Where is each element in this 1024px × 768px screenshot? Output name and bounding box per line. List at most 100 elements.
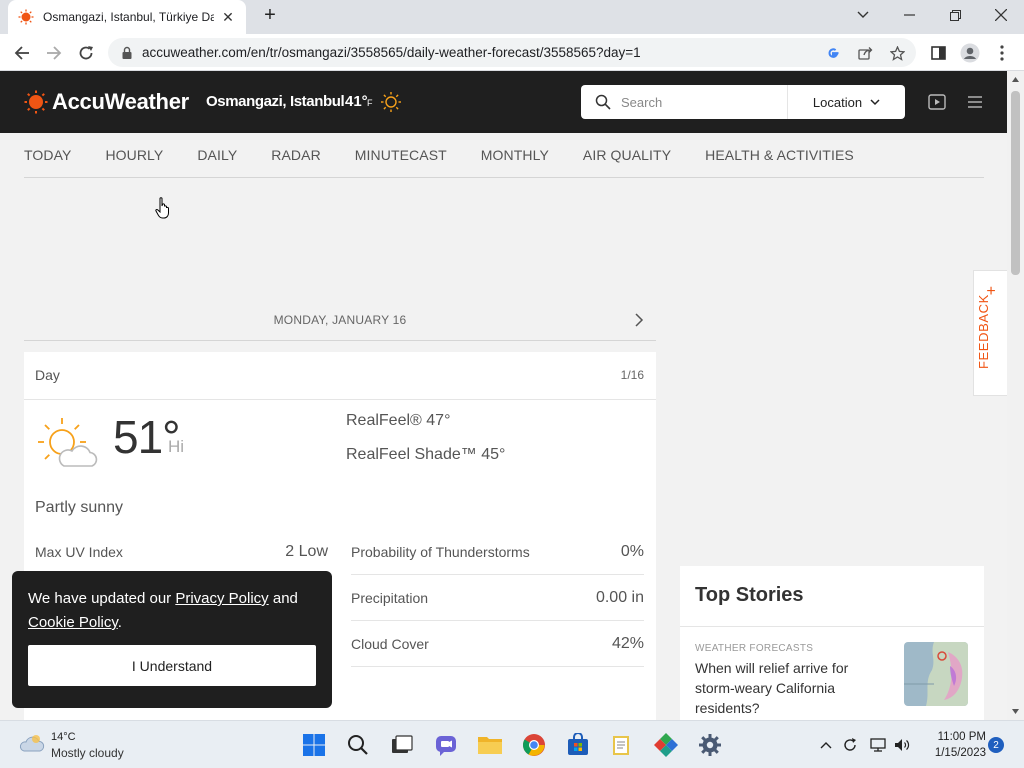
cookie-text: We have updated our xyxy=(28,590,176,607)
browser-tab[interactable]: Osmangazi, Istanbul, Türkiye Day ✕ xyxy=(8,0,246,34)
nav-health-activities[interactable]: HEALTH & ACTIVITIES xyxy=(705,147,854,163)
new-tab-button[interactable]: + xyxy=(259,5,281,27)
nav-radar[interactable]: RADAR xyxy=(271,147,321,163)
stat-row-precipitation: Precipitation 0.00 in xyxy=(351,575,644,621)
partly-sunny-icon xyxy=(38,418,98,467)
windows-taskbar: 14°C Mostly cloudy 11:00 PM 1/15/2023 2 xyxy=(0,720,1024,768)
close-window-button[interactable] xyxy=(978,0,1024,30)
teams-chat-icon[interactable] xyxy=(433,732,459,758)
notepad-app-icon[interactable] xyxy=(609,732,635,758)
privacy-policy-link[interactable]: Privacy Policy xyxy=(175,590,268,607)
tab-title: Osmangazi, Istanbul, Türkiye Day xyxy=(43,10,214,24)
location-dropdown-button[interactable]: Location xyxy=(787,85,905,119)
scroll-down-arrow-icon[interactable] xyxy=(1011,707,1020,716)
forward-button[interactable] xyxy=(42,41,66,65)
stat-label: Max UV Index xyxy=(35,543,123,560)
i-understand-button[interactable]: I Understand xyxy=(28,645,316,686)
divider xyxy=(680,626,984,627)
forecast-date: MONDAY, JANUARY 16 xyxy=(273,313,407,327)
story-category: WEATHER FORECASTS xyxy=(695,643,814,654)
profile-avatar-icon[interactable] xyxy=(958,41,982,65)
share-icon[interactable] xyxy=(856,44,874,62)
cookie-policy-link[interactable]: Cookie Policy xyxy=(28,614,118,631)
next-day-chevron-icon[interactable] xyxy=(634,313,644,327)
feedback-label: FEEDBACK xyxy=(976,294,991,369)
chrome-icon[interactable] xyxy=(521,732,547,758)
nav-hourly[interactable]: HOURLY xyxy=(105,147,163,163)
hamburger-menu-icon[interactable] xyxy=(966,93,984,111)
realfeel-shade-value: RealFeel Shade™ 45° xyxy=(346,446,506,463)
notification-badge[interactable]: 2 xyxy=(988,737,1004,753)
stat-value: 0% xyxy=(620,542,644,560)
top-stories-panel: Top Stories WEATHER FORECASTS When will … xyxy=(680,566,984,726)
top-stories-title: Top Stories xyxy=(695,584,804,606)
volume-icon[interactable] xyxy=(893,736,911,754)
windows-start-icon[interactable] xyxy=(301,732,327,758)
file-explorer-icon[interactable] xyxy=(477,732,503,758)
side-panel-icon[interactable] xyxy=(926,41,950,65)
nav-today[interactable]: TODAY xyxy=(24,147,71,163)
stat-value: 2 Low xyxy=(285,542,328,560)
taskbar-search-icon[interactable] xyxy=(345,732,371,758)
search-box: Location xyxy=(581,85,905,119)
feedback-tab[interactable]: + FEEDBACK xyxy=(973,270,1007,396)
restore-button[interactable] xyxy=(932,0,978,30)
tray-chevron-up-icon[interactable] xyxy=(817,736,835,754)
reload-button[interactable] xyxy=(74,41,98,65)
story-headline[interactable]: When will relief arrive for storm-weary … xyxy=(695,658,885,718)
accuweather-logo[interactable]: AccuWeather xyxy=(24,89,189,115)
hand-cursor-icon xyxy=(155,197,169,219)
browser-menu-icon[interactable] xyxy=(990,41,1014,65)
story-thumbnail-map[interactable] xyxy=(904,642,968,706)
card-header: Day 1/16 xyxy=(24,352,656,400)
day-header: MONDAY, JANUARY 16 xyxy=(24,300,656,341)
weather-phrase: Partly sunny xyxy=(35,499,124,516)
google-icon[interactable] xyxy=(824,44,842,62)
tab-search-chevron-icon[interactable] xyxy=(840,0,886,30)
taskbar-weather-widget[interactable]: 14°C Mostly cloudy xyxy=(18,731,124,760)
stat-label: Precipitation xyxy=(351,589,429,606)
stat-row-thunderstorms: Probability of Thunderstorms 0% xyxy=(351,529,644,575)
stat-row-cloud-cover: Cloud Cover 42% xyxy=(351,621,644,667)
logo-sun-icon xyxy=(24,90,48,114)
nav-daily[interactable]: DAILY xyxy=(197,147,237,163)
nav-air-quality[interactable]: AIR QUALITY xyxy=(583,147,671,163)
forecast-subnav: TODAY HOURLY DAILY RADAR MINUTECAST MONT… xyxy=(24,133,984,178)
header-current-temp: 41° xyxy=(345,93,368,110)
card-period-label: Day xyxy=(35,367,60,383)
app-cluster-icon[interactable] xyxy=(653,732,679,758)
minimize-button[interactable] xyxy=(886,0,932,30)
stat-value: 42% xyxy=(611,634,644,652)
taskbar-clock[interactable]: 11:00 PM 1/15/2023 xyxy=(916,729,986,761)
chevron-down-icon xyxy=(870,99,880,106)
cookie-banner: We have updated our Privacy Policy and C… xyxy=(12,571,332,708)
bookmark-star-icon[interactable] xyxy=(888,44,906,62)
url-text: accuweather.com/en/tr/osmangazi/3558565/… xyxy=(142,45,641,60)
cloudy-icon xyxy=(19,735,45,752)
tab-close-icon[interactable]: ✕ xyxy=(220,9,236,26)
microsoft-store-icon[interactable] xyxy=(565,732,591,758)
search-icon xyxy=(595,94,611,110)
task-view-icon[interactable] xyxy=(389,732,415,758)
nav-minutecast[interactable]: MINUTECAST xyxy=(355,147,447,163)
clock-time: 11:00 PM xyxy=(937,731,986,743)
header-sun-icon xyxy=(381,92,401,112)
stat-value: 0.00 in xyxy=(595,588,644,606)
scrollbar-thumb[interactable] xyxy=(1011,91,1020,275)
scroll-up-arrow-icon[interactable] xyxy=(1011,75,1020,84)
stat-label: Probability of Thunderstorms xyxy=(351,543,530,560)
network-icon[interactable] xyxy=(869,736,887,754)
hi-label: Hi xyxy=(168,437,185,456)
realfeel-value: RealFeel® 47° xyxy=(346,412,451,429)
settings-gear-icon[interactable] xyxy=(697,732,723,758)
search-input[interactable] xyxy=(621,92,771,112)
address-bar[interactable]: accuweather.com/en/tr/osmangazi/3558565/… xyxy=(108,38,916,67)
page-scrollbar[interactable] xyxy=(1007,71,1024,720)
accuweather-favicon-icon xyxy=(18,9,34,25)
tray-sync-icon[interactable] xyxy=(841,736,859,754)
nav-monthly[interactable]: MONTHLY xyxy=(481,147,549,163)
back-button[interactable] xyxy=(10,41,34,65)
browser-tabstrip: Osmangazi, Istanbul, Türkiye Day ✕ + xyxy=(0,0,1024,34)
header-location[interactable]: Osmangazi, Istanbul xyxy=(206,93,345,110)
video-icon[interactable] xyxy=(928,93,946,111)
